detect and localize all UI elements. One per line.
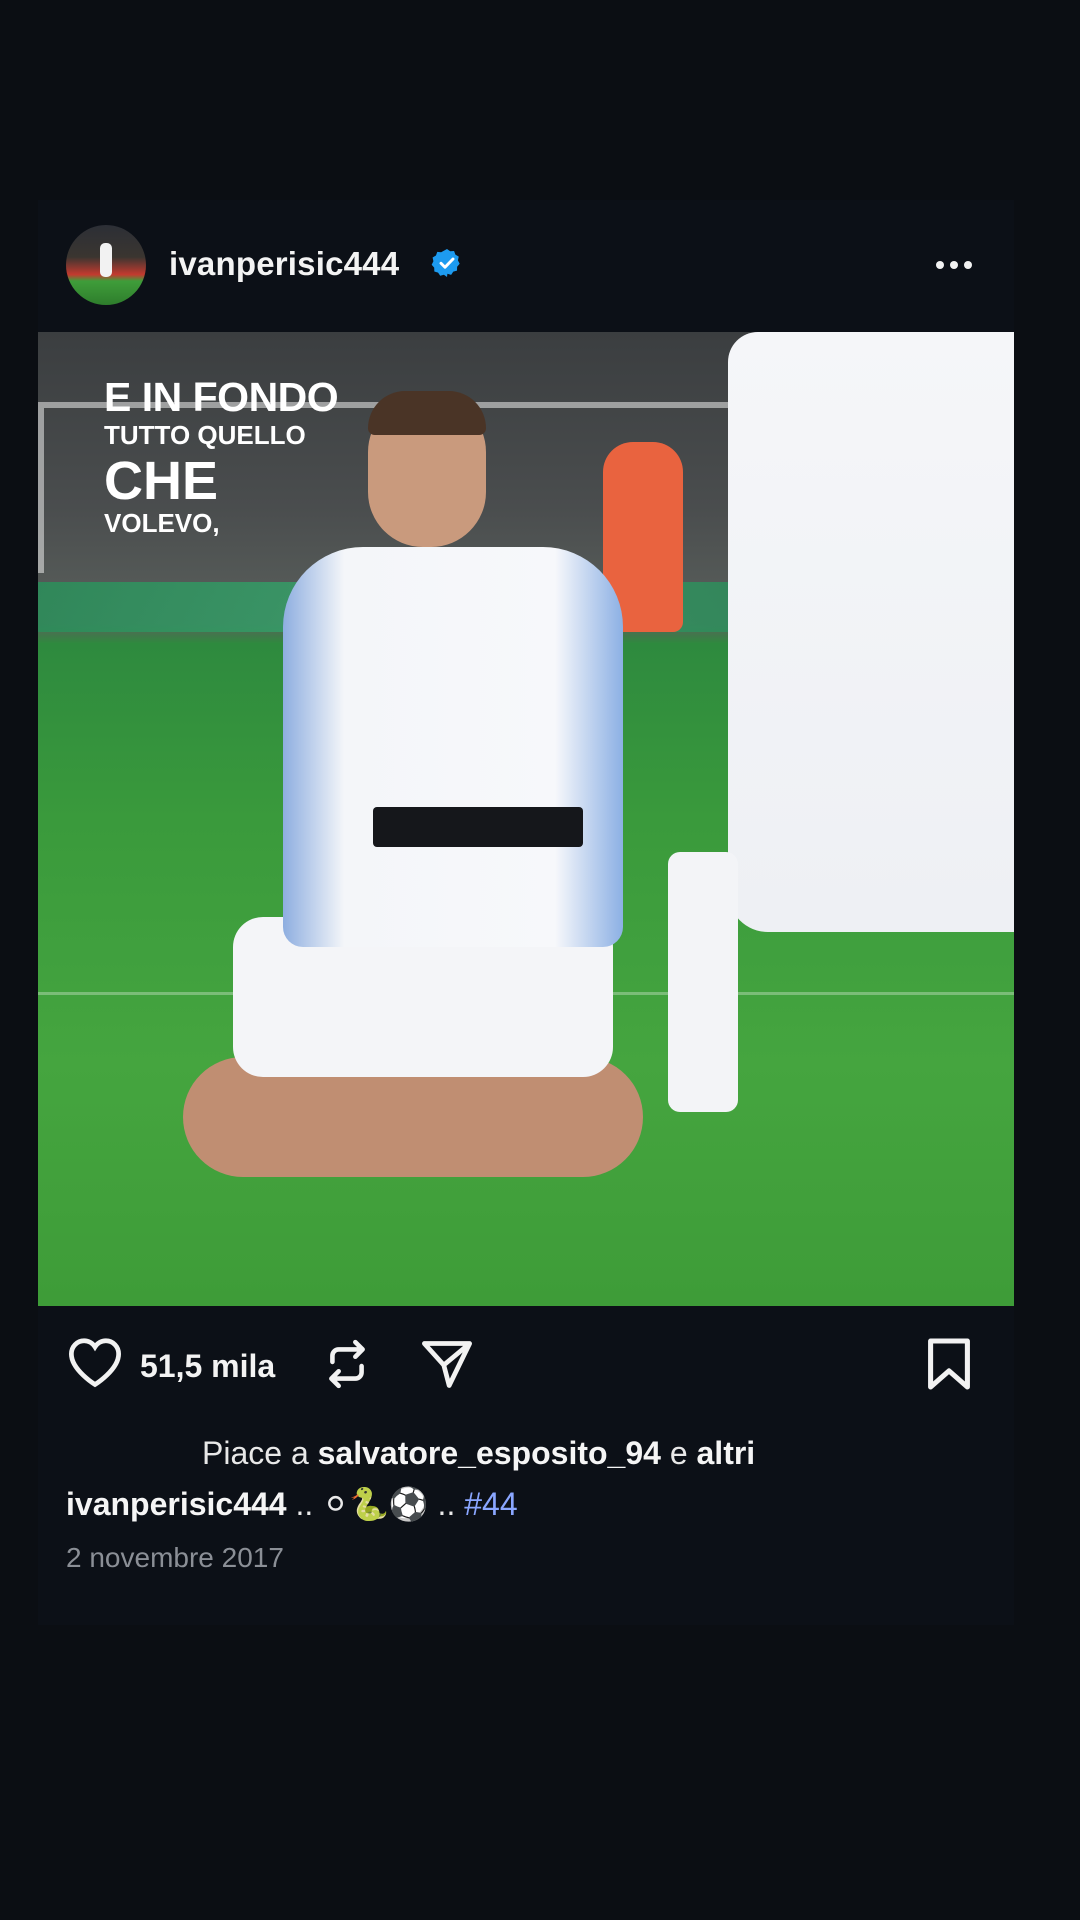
overlay-line-1: E IN FONDO <box>104 374 339 420</box>
caption-emojis: ⚪🐍⚽ <box>322 1486 429 1522</box>
liked-by-joiner: e <box>669 1435 688 1471</box>
caption-username[interactable]: ivanperisic444 <box>66 1486 287 1522</box>
heart-icon[interactable] <box>66 1336 124 1388</box>
overlay-line-2: TUTTO QUELLO <box>104 420 306 450</box>
likes-count[interactable]: 51,5 mila <box>140 1348 275 1385</box>
post-image[interactable]: E IN FONDO TUTTO QUELLO CHE VOLEVO, <box>38 332 1014 1306</box>
send-icon[interactable] <box>418 1336 476 1392</box>
image-overlay-text: E IN FONDO TUTTO QUELLO CHE VOLEVO, <box>104 374 339 538</box>
post-username[interactable]: ivanperisic444 <box>169 245 399 283</box>
liked-by-others[interactable]: altri <box>697 1435 756 1471</box>
post-date: 2 novembre 2017 <box>66 1542 284 1573</box>
action-bar: 51,5 mila <box>38 1306 1014 1424</box>
overlay-line-3: CHE <box>104 451 219 511</box>
teammate-figure <box>668 332 1014 1112</box>
caption-hashtag[interactable]: #44 <box>464 1486 517 1522</box>
verified-badge-icon <box>431 249 460 277</box>
caption-text-before: .. <box>295 1486 314 1522</box>
caption-text-after: .. <box>437 1486 456 1522</box>
liked-by-user[interactable]: salvatore_esposito_94 <box>318 1435 661 1471</box>
post-card: ivanperisic444 E IN FONDO TUTTO QUELLO C… <box>38 200 1014 1625</box>
post-caption: ivanperisic444 .. ⚪🐍⚽ .. #44 <box>66 1485 518 1523</box>
avatar[interactable] <box>66 225 146 305</box>
repost-icon[interactable] <box>322 1336 372 1392</box>
overlay-line-4: VOLEVO, <box>104 508 220 538</box>
bookmark-icon[interactable] <box>926 1336 972 1392</box>
post-header: ivanperisic444 <box>38 200 1014 330</box>
liked-by-text[interactable]: Piace a salvatore_esposito_94 e altri <box>202 1435 755 1472</box>
more-options-icon[interactable] <box>936 255 980 275</box>
liked-by-prefix: Piace a <box>202 1435 309 1471</box>
